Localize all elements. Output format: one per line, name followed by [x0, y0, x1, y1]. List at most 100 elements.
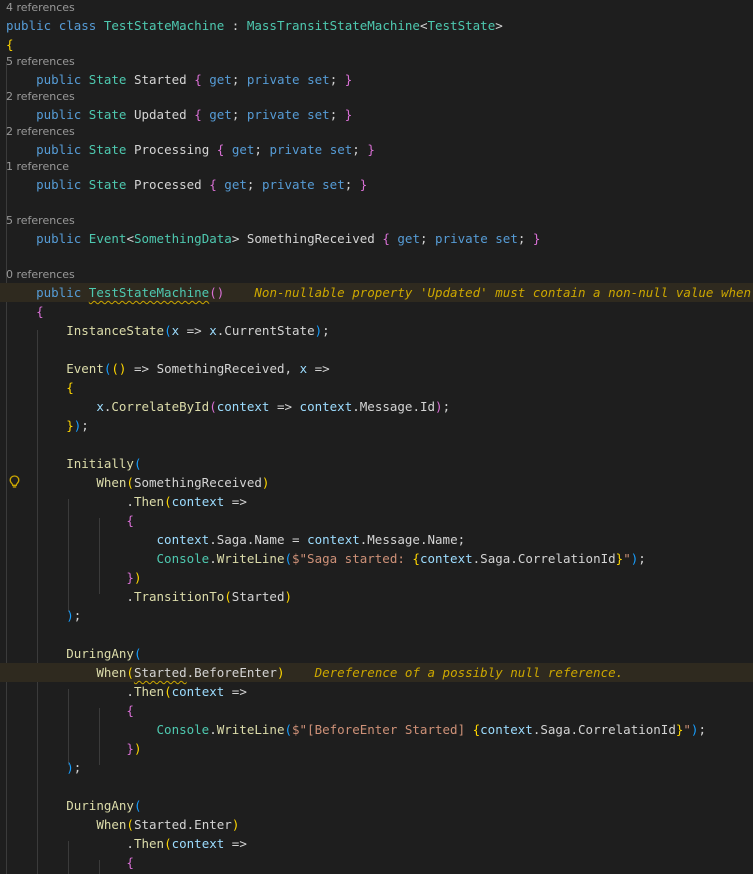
references-link[interactable]: 5 references — [6, 214, 75, 227]
code-token: Updated — [133, 107, 187, 122]
code-token: Then — [133, 494, 165, 509]
code-line: .Then(context => — [0, 682, 753, 701]
code-line: { — [0, 701, 753, 720]
code-token: ; — [352, 142, 368, 157]
codelens-references[interactable]: 1 reference — [0, 159, 753, 175]
code-token: private — [435, 231, 488, 246]
references-link[interactable]: 4 references — [6, 1, 75, 14]
code-line: x.CorrelateById(context => context.Messa… — [0, 397, 753, 416]
codelens-references[interactable]: 2 references — [0, 89, 753, 105]
code-token: < — [126, 231, 134, 246]
code-token: get — [397, 231, 420, 246]
code-line: public State Updated { get; private set;… — [0, 105, 753, 124]
code-token: Started — [133, 665, 187, 680]
references-link[interactable]: 2 references — [6, 90, 75, 103]
codelens-references[interactable]: 5 references — [0, 213, 753, 229]
code-token: => — [269, 399, 300, 414]
code-token: x — [299, 361, 308, 376]
code-token: State — [88, 177, 127, 192]
code-token: When — [96, 475, 127, 490]
code-token: set — [329, 142, 353, 157]
code-token: get — [209, 107, 232, 122]
code-token: TestStateMachine — [88, 285, 210, 300]
code-token: . — [126, 494, 134, 509]
code-token: set — [322, 177, 345, 192]
code-token: CorrelationId — [578, 722, 676, 737]
code-token: Console — [156, 551, 210, 566]
code-line: public State Started { get; private set;… — [0, 70, 753, 89]
references-link[interactable]: 5 references — [6, 55, 75, 68]
code-token: ( — [133, 646, 142, 661]
code-token: . — [209, 722, 217, 737]
code-line: Event(() => SomethingReceived, x => — [0, 359, 753, 378]
code-token: class — [58, 18, 97, 33]
code-token: context — [307, 532, 360, 547]
code-token: context — [419, 551, 473, 566]
code-token: { — [194, 107, 202, 122]
code-token: . — [412, 399, 420, 414]
code-token: public — [36, 107, 82, 122]
code-line: public TestStateMachine() Non-nullable p… — [0, 283, 753, 302]
code-token: ; — [329, 72, 345, 87]
code-token: ( — [126, 665, 134, 680]
code-token: When — [96, 817, 127, 832]
code-token: Message — [367, 532, 420, 547]
code-line: DuringAny( — [0, 644, 753, 663]
code-token: . — [419, 532, 428, 547]
code-token: ) — [276, 665, 285, 680]
code-token: SomethingReceived — [133, 475, 262, 490]
code-token: Then — [133, 836, 165, 851]
code-token: } — [532, 231, 541, 246]
code-line: public State Processed { get; private se… — [0, 175, 753, 194]
code-token: > — [231, 231, 247, 246]
lightbulb-icon[interactable] — [7, 474, 21, 490]
code-token: { — [126, 855, 134, 870]
code-token: Name — [254, 532, 285, 547]
code-line: context.Saga.Name = context.Message.Name… — [0, 530, 753, 549]
code-token: } — [126, 741, 134, 756]
code-token: { — [382, 231, 390, 246]
codelens-references[interactable]: 0 references — [0, 267, 753, 283]
code-token: SomethingReceived — [246, 231, 375, 246]
codelens-references[interactable]: 5 references — [0, 54, 753, 70]
code-token: ; — [81, 418, 89, 433]
code-token: BeforeEnter — [194, 665, 277, 680]
code-token: context — [171, 494, 225, 509]
code-token: ) — [314, 323, 323, 338]
code-token: context — [299, 399, 353, 414]
code-token: private — [246, 107, 300, 122]
codelens-references[interactable]: 4 references — [0, 0, 753, 16]
code-token: Name — [427, 532, 458, 547]
code-line: public State Processing { get; private s… — [0, 140, 753, 159]
codelens-references[interactable]: 2 references — [0, 124, 753, 140]
references-link[interactable]: 0 references — [6, 268, 75, 281]
references-link[interactable]: 1 reference — [6, 160, 69, 173]
code-line: When(SomethingReceived) — [0, 473, 753, 492]
code-token: Event — [88, 231, 127, 246]
code-token: x — [171, 323, 180, 338]
code-token: set — [307, 72, 330, 87]
references-link[interactable]: 2 references — [6, 125, 75, 138]
code-editor[interactable]: 4 references public class TestStateMachin… — [0, 0, 753, 874]
code-token: => — [224, 684, 247, 699]
code-token: Event — [66, 361, 104, 376]
code-line: ); — [0, 606, 753, 625]
code-token: . — [570, 722, 579, 737]
